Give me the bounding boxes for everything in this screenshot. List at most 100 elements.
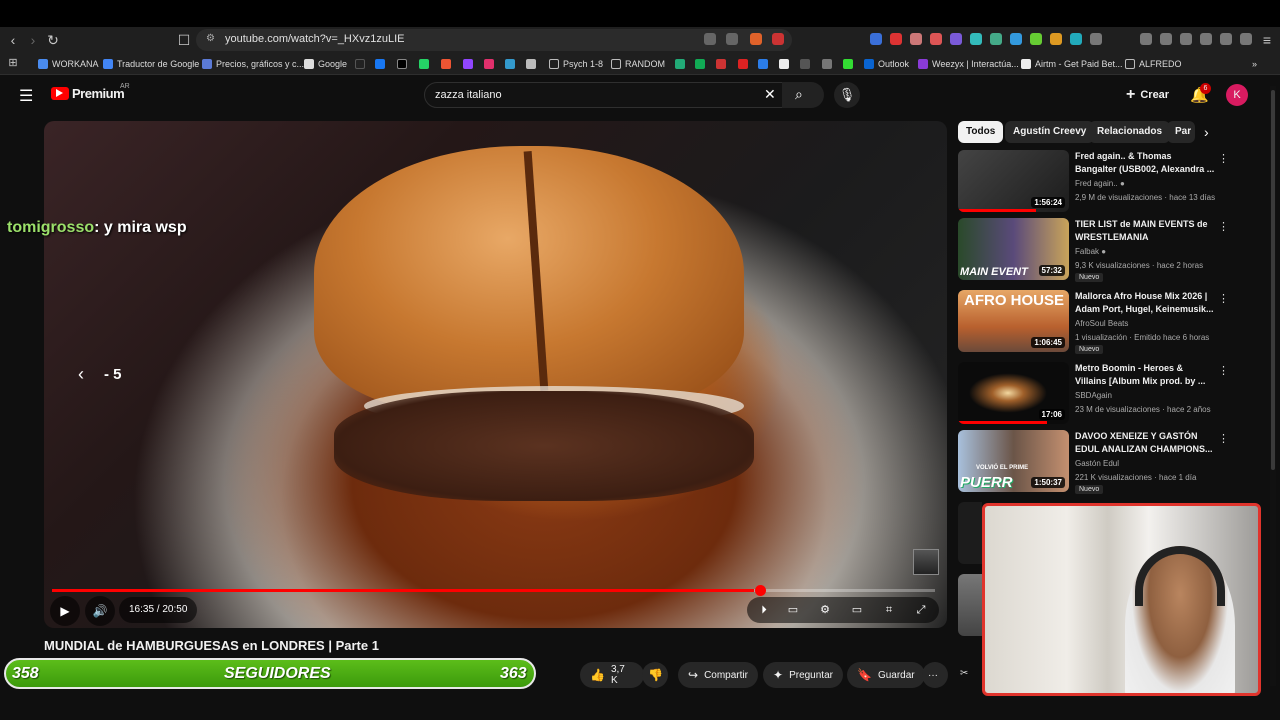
reload-icon[interactable]: ↻ xyxy=(44,31,62,49)
recommendation-item[interactable]: MAIN EVENT 57:32 TIER LIST de MAIN EVENT… xyxy=(958,218,1229,282)
extension-icon[interactable] xyxy=(1070,33,1082,45)
extension-icon[interactable] xyxy=(1010,33,1022,45)
bookmark-icon[interactable] xyxy=(758,57,772,71)
recommendation-item[interactable]: 1:56:24 Fred again.. & Thomas Bangalter … xyxy=(958,150,1229,214)
save-button[interactable]: 🔖 Guardar xyxy=(847,662,925,688)
video-thumbnail[interactable] xyxy=(958,502,982,564)
x-icon[interactable] xyxy=(397,57,411,71)
bookmark-icon[interactable] xyxy=(822,57,836,71)
channel-watermark[interactable] xyxy=(913,549,939,575)
share-button[interactable]: ↪ Compartir xyxy=(678,662,758,688)
dislike-button[interactable]: 👎 xyxy=(642,662,668,688)
more-actions-button[interactable]: ··· xyxy=(922,662,948,688)
wallet-icon[interactable] xyxy=(1200,33,1212,45)
bookmark-item[interactable]: WORKANA xyxy=(38,57,99,71)
hamburger-menu-icon[interactable]: ☰ xyxy=(19,86,33,106)
bookmark-icon[interactable] xyxy=(441,57,455,71)
extension-icon[interactable] xyxy=(870,33,882,45)
bookmark-icon[interactable] xyxy=(505,57,519,71)
leo-ai-icon[interactable] xyxy=(1220,33,1232,45)
video-thumbnail[interactable]: VOLVIÓ EL PRIME PUERR 1:50:37 xyxy=(958,430,1069,492)
channel-name[interactable]: Fred again.. ● xyxy=(1075,179,1125,188)
more-options-icon[interactable]: ⋮ xyxy=(1218,220,1229,233)
subtitles-icon[interactable]: ▭ xyxy=(786,603,800,617)
extension-icon[interactable] xyxy=(950,33,962,45)
recommendation-title[interactable]: Mallorca Afro House Mix 2026 | Adam Port… xyxy=(1075,290,1215,316)
tiktok-icon[interactable] xyxy=(355,57,369,71)
bookmark-item[interactable]: Airtm - Get Paid Bet... xyxy=(1021,57,1123,71)
youtube-premium-logo[interactable]: Premium xyxy=(72,86,125,101)
chip-related[interactable]: Relacionados xyxy=(1089,121,1171,143)
twitch-icon[interactable] xyxy=(463,57,477,71)
settings-gear-icon[interactable]: ⚙ xyxy=(818,603,832,617)
recommendation-title[interactable]: DAVOO XENEIZE Y GASTÓN EDUL ANALIZAN CHA… xyxy=(1075,430,1215,456)
scrubber-handle[interactable] xyxy=(755,585,766,596)
chip-agustin-creevy[interactable]: Agustín Creevy xyxy=(1005,121,1095,143)
channel-name[interactable]: AfroSoul Beats xyxy=(1075,319,1128,328)
video-player[interactable] xyxy=(44,121,947,628)
autoplay-toggle-icon[interactable]: ⏵ xyxy=(757,603,771,617)
ask-button[interactable]: ✦ Preguntar xyxy=(763,662,843,688)
cast-icon[interactable] xyxy=(704,33,716,45)
chip-partial[interactable]: Par xyxy=(1167,121,1195,143)
bookmark-icon[interactable] xyxy=(800,57,814,71)
forward-icon[interactable]: › xyxy=(24,31,42,49)
whatsapp-icon[interactable] xyxy=(419,57,433,71)
media-icon[interactable] xyxy=(1160,33,1172,45)
recommendation-title[interactable]: TIER LIST de MAIN EVENTS de WRESTLEMANIA xyxy=(1075,218,1215,244)
sidebar-icon[interactable] xyxy=(1180,33,1192,45)
video-thumbnail[interactable]: 1:56:24 xyxy=(958,150,1069,212)
bookmark-icon[interactable] xyxy=(779,57,793,71)
extension-icon[interactable] xyxy=(990,33,1002,45)
more-options-icon[interactable]: ⋮ xyxy=(1218,364,1229,377)
chips-next-chevron-icon[interactable]: › xyxy=(1204,124,1209,140)
more-options-icon[interactable]: ⋮ xyxy=(1218,292,1229,305)
voice-search-icon[interactable]: 🎙 xyxy=(834,82,860,108)
channel-name[interactable]: Gastón Edul xyxy=(1075,459,1119,468)
volume-button[interactable]: 🔊 xyxy=(85,596,115,626)
bookmark-item[interactable]: Google xyxy=(304,57,347,71)
video-thumbnail[interactable]: AFRO HOUSE 1:06:45 xyxy=(958,290,1069,352)
extension-icon[interactable] xyxy=(930,33,942,45)
video-thumbnail[interactable]: 17:06 xyxy=(958,362,1069,424)
more-bookmarks-icon[interactable]: » xyxy=(1252,57,1257,71)
bookmark-icon[interactable] xyxy=(843,57,857,71)
search-input[interactable]: zazza italiano ✕ xyxy=(424,82,786,108)
vpn-icon[interactable] xyxy=(1240,33,1252,45)
more-options-icon[interactable]: ⋮ xyxy=(1218,152,1229,165)
theater-mode-icon[interactable]: ▭ xyxy=(850,603,864,617)
instagram-icon[interactable] xyxy=(484,57,498,71)
rewards-icon[interactable] xyxy=(772,33,784,45)
recommendation-title[interactable]: Metro Boomin - Heroes & Villains [Album … xyxy=(1075,362,1215,388)
recommendation-item[interactable]: VOLVIÓ EL PRIME PUERR 1:50:37 DAVOO XENE… xyxy=(958,430,1229,494)
video-thumbnail[interactable] xyxy=(958,574,982,636)
extensions-puzzle-icon[interactable] xyxy=(1090,33,1102,45)
play-button[interactable]: ▶ xyxy=(50,596,80,626)
download-icon[interactable] xyxy=(1140,33,1152,45)
bookmark-icon[interactable] xyxy=(695,57,709,71)
bookmark-item[interactable]: Weezyx | Interactúa... xyxy=(918,57,1019,71)
account-avatar[interactable]: K xyxy=(1226,84,1248,106)
clip-icon[interactable]: ✂ xyxy=(960,668,968,679)
recommendation-item[interactable]: AFRO HOUSE 1:06:45 Mallorca Afro House M… xyxy=(958,290,1229,354)
bookmark-icon[interactable] xyxy=(716,57,730,71)
site-info-icon[interactable]: ⚙ xyxy=(206,33,215,44)
extension-icon[interactable] xyxy=(1050,33,1062,45)
bookmark-item[interactable]: Precios, gráficos y c... xyxy=(202,57,304,71)
scrollbar-thumb[interactable] xyxy=(1271,90,1275,470)
bookmark-icon[interactable] xyxy=(526,57,540,71)
bookmark-item[interactable]: Traductor de Google xyxy=(103,57,199,71)
fullscreen-icon[interactable]: ⤢ xyxy=(914,603,928,617)
bookmark-item[interactable]: Outlook xyxy=(864,57,909,71)
progress-bar[interactable] xyxy=(52,589,935,592)
apps-grid-icon[interactable]: ⊞ xyxy=(4,54,22,72)
more-options-icon[interactable]: ⋮ xyxy=(1218,432,1229,445)
cast-icon[interactable]: ⌗ xyxy=(882,603,896,617)
recommendation-title[interactable]: Fred again.. & Thomas Bangalter (USB002,… xyxy=(1075,150,1215,176)
facebook-icon[interactable] xyxy=(375,57,389,71)
chip-all[interactable]: Todos xyxy=(958,121,1004,143)
address-bar[interactable]: ⚙ youtube.com/watch?v=_HXvz1zuLIE xyxy=(196,29,792,51)
clear-search-icon[interactable]: ✕ xyxy=(764,86,776,103)
search-button[interactable]: ⌕ xyxy=(782,82,824,108)
channel-name[interactable]: Falbak ● xyxy=(1075,247,1106,256)
